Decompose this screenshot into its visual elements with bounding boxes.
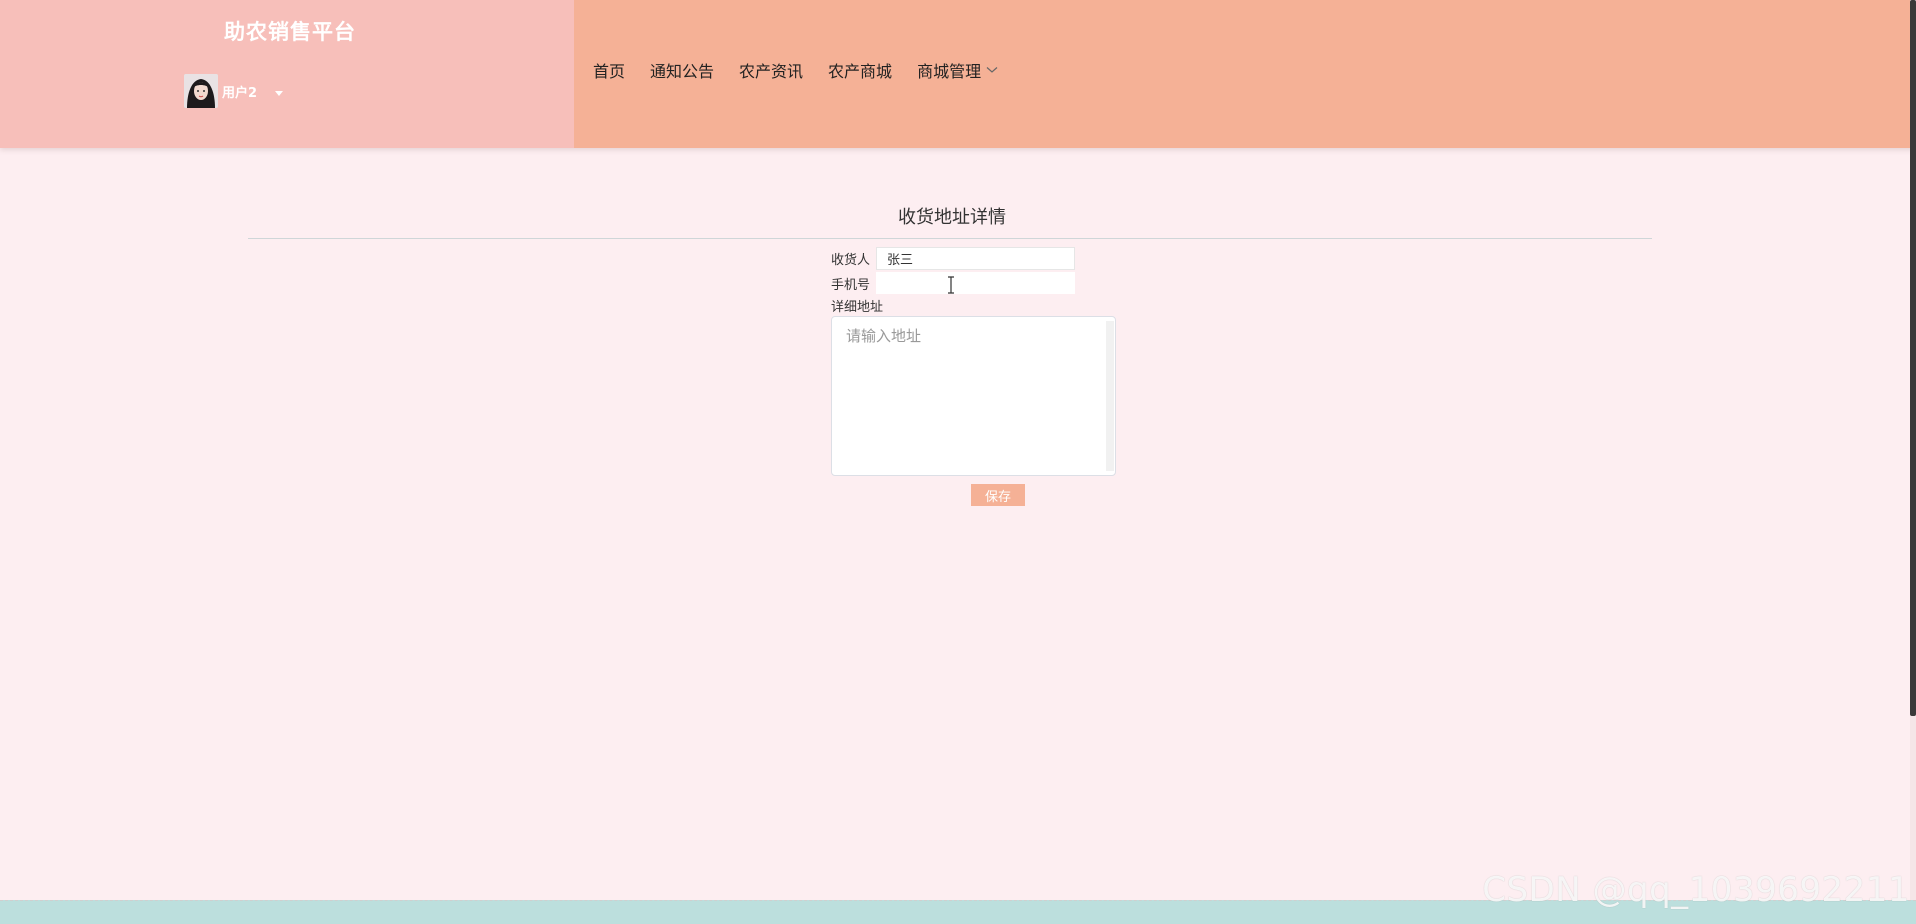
- nav-item-news[interactable]: 农产资讯: [739, 58, 803, 82]
- nav-item-label: 通知公告: [650, 62, 715, 81]
- nav-item-mall-management[interactable]: 商城管理: [917, 58, 998, 82]
- nav-item-label: 农产商城: [828, 62, 893, 81]
- text-cursor-icon: [948, 276, 954, 294]
- username[interactable]: 用户2: [222, 82, 257, 101]
- consignee-label: 收货人: [831, 253, 871, 268]
- form-title: 收货地址详情: [898, 207, 1006, 228]
- phone-input[interactable]: [876, 272, 1075, 294]
- textarea-scrollbar[interactable]: [1106, 321, 1114, 471]
- save-button[interactable]: 保存: [971, 484, 1025, 506]
- brand-panel: 助农销售平台 用户2: [0, 0, 574, 148]
- title-divider: [248, 238, 1652, 239]
- page: 助农销售平台 用户2 首页 通知公告 农产资讯 农产商城 商城管理 收货地址详情…: [0, 0, 1916, 924]
- address-label: 详细地址: [831, 300, 884, 315]
- nav-item-label: 首页: [593, 62, 626, 81]
- watermark: CSDN @qq_1039692211: [1482, 870, 1910, 910]
- nav-item-home[interactable]: 首页: [593, 58, 625, 82]
- chevron-down-icon: [986, 67, 998, 73]
- nav-item-label: 农产资讯: [739, 62, 804, 81]
- phone-label: 手机号: [831, 278, 871, 293]
- nav-item-notices[interactable]: 通知公告: [650, 58, 714, 82]
- user-menu[interactable]: 用户2: [184, 73, 284, 109]
- address-textarea[interactable]: [831, 316, 1116, 476]
- nav-item-mall[interactable]: 农产商城: [828, 58, 892, 82]
- page-scrollbar-thumb[interactable]: [1910, 0, 1916, 716]
- main-nav: 首页 通知公告 农产资讯 农产商城 商城管理: [593, 58, 1023, 82]
- site-title: 助农销售平台: [224, 20, 356, 44]
- avatar[interactable]: [184, 74, 218, 108]
- nav-item-label: 商城管理: [917, 62, 982, 81]
- consignee-input[interactable]: [876, 247, 1075, 270]
- caret-down-icon[interactable]: [275, 90, 284, 96]
- top-header: 助农销售平台 用户2 首页 通知公告 农产资讯 农产商城 商城管理: [0, 0, 1916, 148]
